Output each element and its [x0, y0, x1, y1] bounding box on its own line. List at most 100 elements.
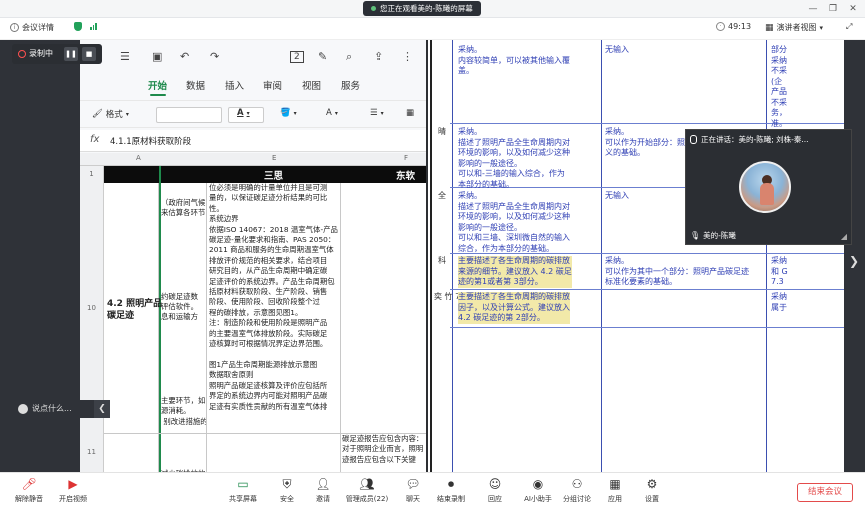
more-icon[interactable]: ⋮ — [402, 50, 413, 63]
maximize-icon[interactable]: ❐ — [823, 0, 843, 18]
column-header-e[interactable]: E — [272, 154, 276, 162]
share-icon[interactable]: ⇪ — [374, 50, 383, 63]
share-status-icon — [371, 6, 376, 11]
row-label-cell[interactable]: 4.2 照明产品 碳足迹 — [107, 298, 162, 322]
security-status[interactable] — [74, 22, 82, 31]
align-button[interactable]: ☰ ▾ — [370, 108, 384, 118]
edit-icon[interactable]: ✎ — [318, 50, 327, 63]
unmute-button[interactable]: 🎤︎ 解除静音 — [4, 477, 54, 504]
tab-insert[interactable]: 插入 — [225, 78, 244, 92]
table-cell: 部分 采纳 不采 (企 产品 不采 务， 准。 — [771, 45, 787, 128]
speaking-label: 正在讲话：美的-陈曦; 刘株-秦... — [701, 135, 809, 144]
fill-color-button[interactable]: 🪣 ▾ — [280, 108, 297, 118]
text-size-button[interactable]: A ▾ — [326, 108, 338, 118]
menu-icon[interactable]: ☰ — [120, 50, 130, 63]
invite-icon: 👤︎ — [315, 477, 331, 491]
table-row-line — [450, 289, 844, 290]
table-cell: 采纳。 描述了照明产品全生命周期内对 环境的影响，以及如何减少这种 影响的一般途… — [458, 191, 570, 253]
search-icon[interactable]: ⌕ — [346, 50, 352, 64]
pause-recording-button[interactable]: ❚❚ — [64, 47, 78, 61]
font-color-button[interactable]: A ▾ — [237, 108, 250, 118]
header-row: 三思 东软 — [104, 166, 426, 183]
table-row-label: 科 — [438, 256, 446, 265]
align-icon: ☰ — [370, 108, 378, 118]
info-icon: i — [10, 23, 19, 32]
tab-service[interactable]: 服务 — [341, 78, 360, 92]
recording-label: 录制中 — [29, 49, 53, 58]
speaker-video-tile[interactable]: 正在讲话：美的-陈曦; 刘株-秦... 🎙 美的-陈曦 ◢ — [685, 129, 852, 245]
undo-icon[interactable]: ↶ — [180, 50, 189, 63]
resize-icon[interactable]: ◢ — [841, 232, 847, 241]
start-video-button[interactable]: ▶ 开启视频 — [48, 477, 98, 504]
font-family-select[interactable] — [156, 107, 222, 123]
column-header-a[interactable]: A — [136, 154, 141, 162]
app-top-bar: ☰ ▣ ↶ ↷ 2 ✎ ⌕ ⇪ ⋮ — [80, 40, 426, 72]
start-video-label: 开启视频 — [59, 495, 87, 503]
panel-resize-handle[interactable] — [426, 220, 428, 260]
format-toolbar: 🖌 格式 ▾ A ▾ 🪣 ▾ A ▾ ☰ ▾ ▦ — [80, 100, 426, 128]
format-button[interactable]: 🖌 格式 ▾ — [92, 108, 129, 120]
table-cell: 采纳。 可以作为其中一个部分：照明产品碳足迹 标准化要素的基础。 — [605, 256, 749, 286]
table-cell: 采纳 和 G 7.3 — [771, 256, 788, 286]
tab-review[interactable]: 审阅 — [263, 78, 282, 92]
cell-e-text[interactable]: 位必须是明确的计量单位并且是可测 量的，以保证碳足迹分析结果的可比 性。 系统边… — [209, 183, 339, 433]
network-signal[interactable] — [90, 22, 97, 30]
mic-icon — [690, 135, 697, 144]
redo-icon[interactable]: ↷ — [210, 50, 219, 63]
cell-f-text[interactable]: 碳足迹报告应包含内容： 对于照明企业而言，照明 迹报告应包含以下关键 — [342, 434, 426, 465]
header-cell-center: 三思 — [264, 171, 284, 182]
invite-label: 邀请 — [316, 495, 330, 503]
chat-placeholder: 说点什么... — [32, 404, 72, 413]
chevron-down-icon: ▾ — [125, 110, 129, 118]
row-header-10[interactable]: 10 — [80, 183, 104, 433]
view-mode-label: 演讲者视图 — [776, 23, 817, 32]
font-color-icon: A — [237, 108, 244, 118]
collapse-chat-button[interactable]: ❮ — [94, 400, 110, 418]
page-count-icon[interactable]: 2 — [290, 51, 304, 63]
fullscreen-icon[interactable]: ⤢ — [846, 22, 852, 32]
manage-members-button[interactable]: 👥︎ 管理成员(22) — [342, 477, 392, 504]
share-screen-label: 共享屏幕 — [229, 495, 257, 503]
ribbon-tabs: 开始 数据 插入 审阅 视图 服务 — [80, 74, 426, 96]
speaking-indicator: 正在讲话：美的-陈曦; 刘株-秦... — [690, 134, 808, 145]
minimize-icon[interactable]: — — [803, 0, 823, 18]
meeting-details-button[interactable]: i 会议详情 — [10, 22, 54, 33]
tab-view[interactable]: 视图 — [302, 78, 321, 92]
cell-border-button[interactable]: ▦ — [406, 108, 414, 118]
end-meeting-button[interactable]: 结束会议 — [797, 483, 853, 502]
meeting-timer: · 49:13 — [716, 22, 751, 31]
view-mode-button[interactable]: ▦ 演讲者视图 ▾ — [765, 22, 823, 33]
header-cell-right: 东软 — [396, 171, 416, 182]
settings-label: 设置 — [645, 495, 659, 503]
chevron-down-icon: ▾ — [819, 23, 824, 32]
share-screen-button[interactable]: ▭ 共享屏幕 — [218, 477, 268, 504]
table-border — [430, 40, 432, 472]
table-cell: 主要描述了各生命周期的碳排放 因子，以及计算公式。建议放入 4.2 碳足迹的第 … — [458, 292, 570, 324]
tab-start[interactable]: 开始 — [148, 78, 167, 92]
formula-bar[interactable]: fx 4.1.1原材料获取阶段 — [80, 130, 426, 152]
title-bar: 您正在观看美的-陈曦的屏幕 — ❐ ✕ — [0, 0, 865, 18]
spreadsheet-app: ☰ ▣ ↶ ↷ 2 ✎ ⌕ ⇪ ⋮ 开始 数据 插入 审阅 视图 服务 🖌 格式… — [80, 40, 428, 472]
chat-input[interactable]: 说点什么... ❮ — [12, 400, 110, 418]
stop-recording-toolbar-button[interactable]: ⏺ 结束录制 — [426, 477, 476, 504]
save-icon[interactable]: ▣ — [152, 50, 162, 63]
settings-icon: ⚙ — [646, 477, 658, 491]
sheet-grid[interactable]: 1 10 11 三思 东软 4.2 照明产品 碳足迹 （政府间气候 来估算各环节… — [80, 166, 426, 472]
chevron-right-icon[interactable]: ❯ — [849, 254, 859, 268]
stop-recording-button[interactable]: ■ — [82, 47, 96, 61]
table-row-label: 晴 — [438, 127, 446, 136]
table-column-line — [766, 40, 767, 472]
chat-input-field[interactable]: 说点什么... — [18, 403, 72, 414]
timer-value: 49:13 — [728, 22, 752, 31]
settings-button[interactable]: ⚙ 设置 — [627, 477, 677, 504]
table-cell: 无输入 — [605, 191, 629, 200]
close-icon[interactable]: ✕ — [843, 0, 863, 18]
row-header-1[interactable]: 1 — [80, 166, 104, 183]
signal-icon — [90, 22, 97, 30]
column-header-f[interactable]: F — [404, 154, 408, 162]
row-header-11[interactable]: 11 — [80, 433, 104, 472]
invite-button[interactable]: 👤︎ 邀请 — [298, 477, 348, 504]
tab-data[interactable]: 数据 — [186, 78, 205, 92]
mic-muted-icon: 🎙 — [690, 231, 701, 240]
cell-b-text[interactable]: （政府间气候 来估算各环节 约碳足迹数 评估软件。 息和运输方 主要环节，如 源… — [161, 198, 206, 472]
